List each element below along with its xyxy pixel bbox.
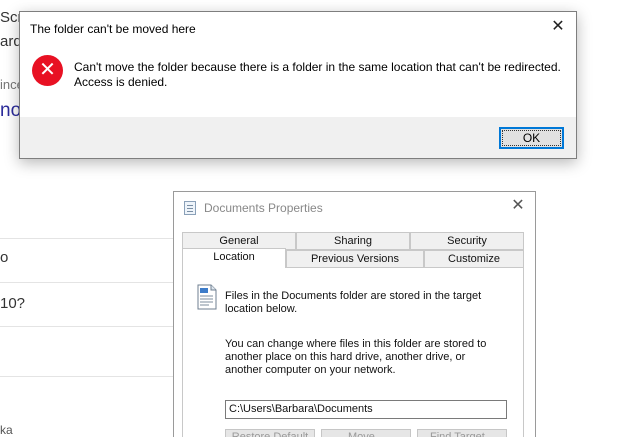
ok-button-label: OK <box>502 130 561 146</box>
error-titlebar[interactable]: The folder can't be moved here ✕ <box>20 12 576 43</box>
folder-properties-icon <box>184 201 196 215</box>
document-icon <box>197 284 217 310</box>
dialog-footer: OK <box>20 117 576 158</box>
restore-default-button[interactable]: Restore Default <box>225 429 315 437</box>
move-button[interactable]: Move... <box>321 429 411 437</box>
divider <box>0 282 175 283</box>
properties-title: Documents Properties <box>204 201 323 215</box>
divider <box>0 238 175 239</box>
error-dialog: The folder can't be moved here ✕ ✕ Can't… <box>19 11 577 159</box>
background-text: ka <box>0 423 13 437</box>
target-path-field[interactable]: C:\Users\Barbara\Documents <box>225 400 507 419</box>
error-message: Can't move the folder because there is a… <box>74 60 561 89</box>
documents-properties-window: Documents Properties ✕ General Sharing S… <box>173 191 536 437</box>
tab-sharing[interactable]: Sharing <box>296 232 410 250</box>
properties-titlebar[interactable]: Documents Properties ✕ <box>174 192 535 223</box>
location-description: Files in the Documents folder are stored… <box>225 290 482 315</box>
ok-button[interactable]: OK <box>499 127 564 149</box>
tab-location[interactable]: Location <box>182 248 286 268</box>
tab-security[interactable]: Security <box>410 232 524 250</box>
location-instructions: You can change where files in this folde… <box>225 338 487 376</box>
divider <box>0 326 175 327</box>
close-icon[interactable]: ✕ <box>509 197 527 215</box>
error-title: The folder can't be moved here <box>30 22 196 36</box>
find-target-button[interactable]: Find Target... <box>417 429 507 437</box>
background-text: 10? <box>0 295 26 312</box>
divider <box>0 376 175 377</box>
error-icon: ✕ <box>32 55 63 86</box>
background-text: o <box>0 249 9 266</box>
tab-previous-versions[interactable]: Previous Versions <box>286 250 424 268</box>
tab-customize[interactable]: Customize <box>424 250 524 268</box>
close-icon[interactable]: ✕ <box>549 18 567 36</box>
